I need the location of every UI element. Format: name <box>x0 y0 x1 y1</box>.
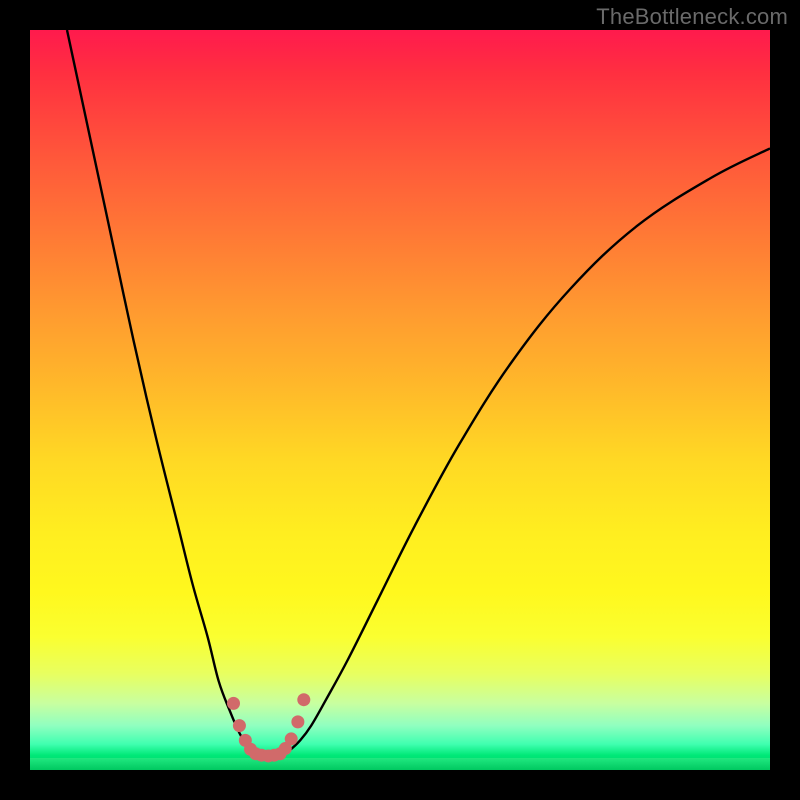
optimal-zone-dot <box>227 697 240 710</box>
optimal-zone-dot <box>285 732 298 745</box>
left-branch-curve <box>67 30 258 755</box>
right-branch-curve <box>282 148 770 755</box>
optimal-zone-markers <box>227 693 310 762</box>
chart-frame: TheBottleneck.com <box>0 0 800 800</box>
watermark-text: TheBottleneck.com <box>596 4 788 30</box>
optimal-zone-dot <box>291 715 304 728</box>
curve-layer <box>30 30 770 770</box>
plot-area <box>30 30 770 770</box>
optimal-zone-dot <box>297 693 310 706</box>
optimal-zone-dot <box>233 719 246 732</box>
